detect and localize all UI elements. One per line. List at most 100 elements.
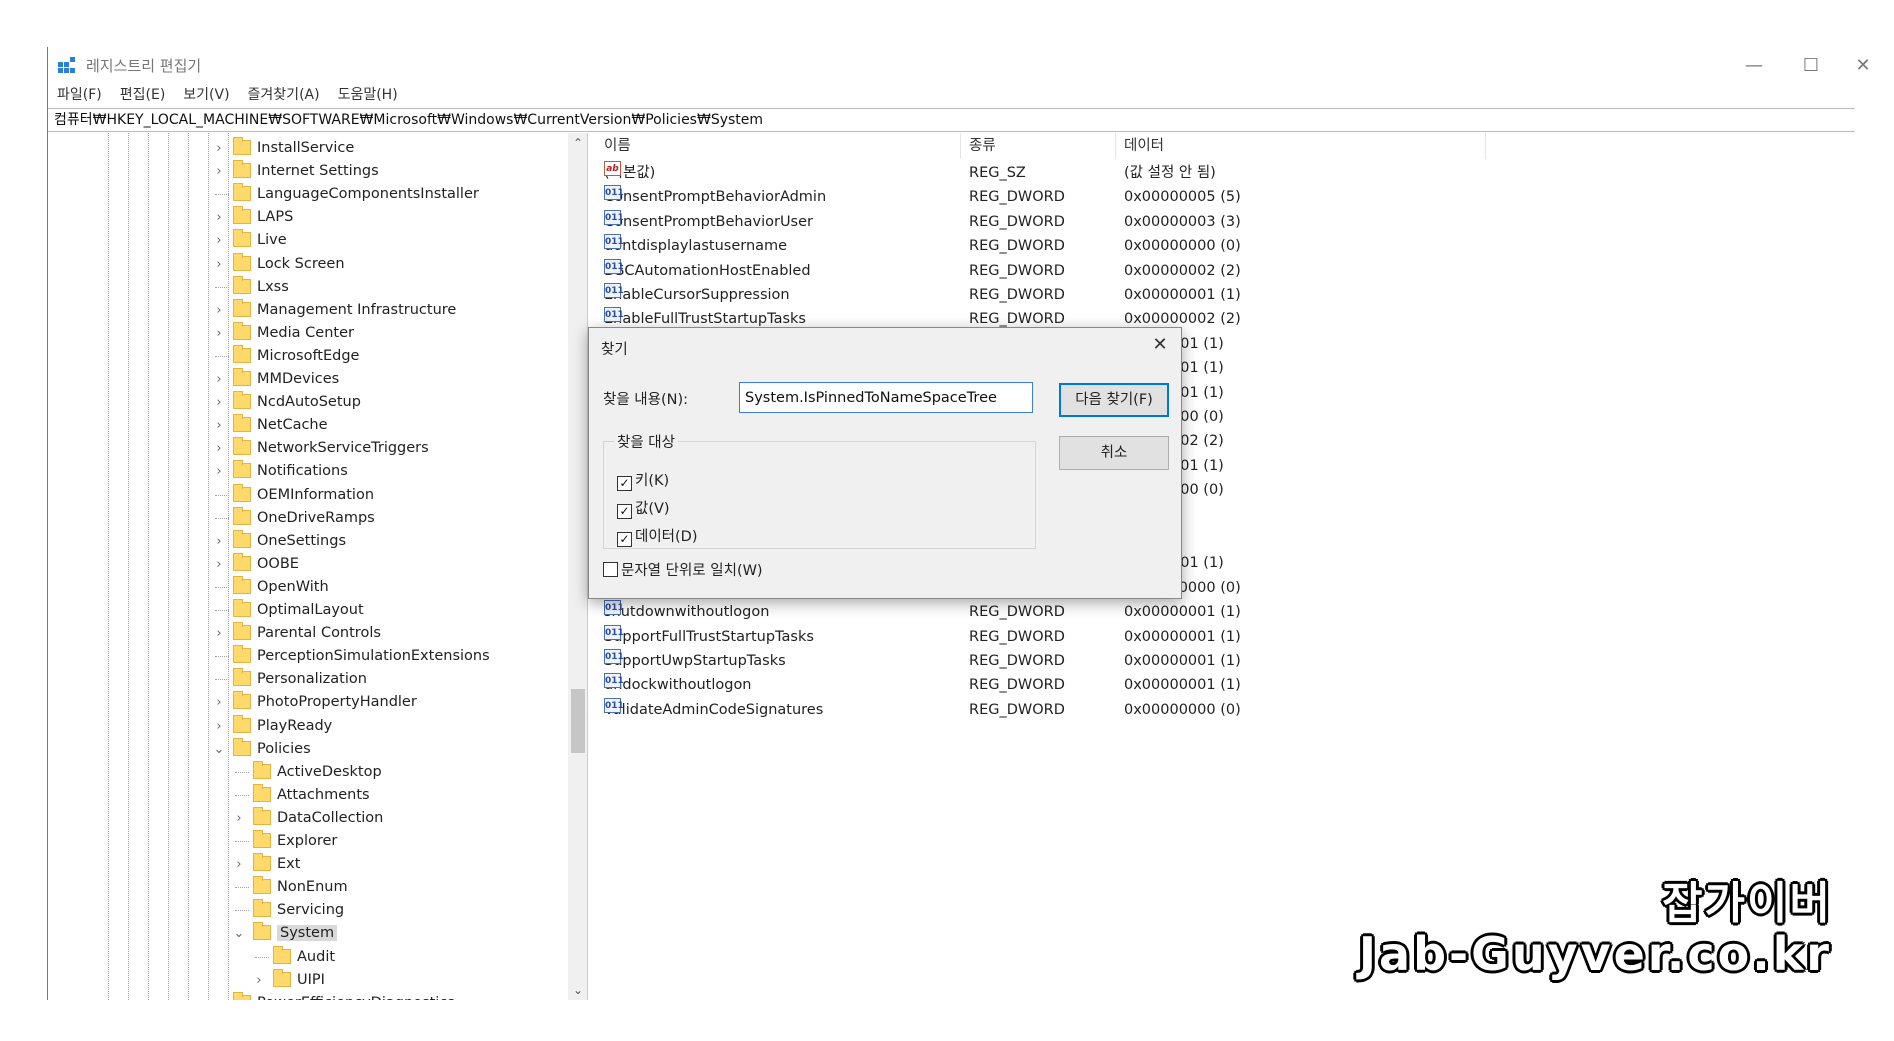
tree-item[interactable]: › DataCollection (236, 806, 383, 830)
tree-item[interactable]: Attachments (235, 783, 370, 807)
chevron-right-icon[interactable]: › (211, 715, 227, 738)
match-whole-string-checkbox[interactable]: 문자열 단위로 일치(W) (603, 562, 763, 580)
tree-item[interactable]: › Ext (236, 853, 300, 876)
tree-item[interactable]: PerceptionSimulationExtensions (215, 645, 490, 668)
menu-file[interactable]: 파일(F) (57, 83, 102, 107)
checkbox-checked-icon[interactable]: ✓ (617, 504, 632, 519)
chevron-right-icon[interactable]: › (211, 530, 227, 553)
tree-item[interactable]: Personalization (215, 668, 367, 691)
chevron-right-icon[interactable]: › (211, 391, 227, 414)
tree-item[interactable]: › InstallService (216, 137, 354, 160)
column-header-data[interactable]: 데이터 (1116, 133, 1486, 159)
tree-item[interactable]: › Notifications (216, 460, 348, 483)
chevron-right-icon[interactable]: › (211, 553, 227, 576)
tree-item[interactable]: › Media Center (216, 321, 354, 345)
value-row[interactable]: 011 SupportFullTrustStartupTasks REG_DWORD… (596, 624, 1496, 649)
tree-item[interactable]: LanguageComponentsInstaller (215, 183, 479, 206)
scroll-up-arrow-icon[interactable]: ⌃ (568, 133, 587, 153)
tree-item[interactable]: › Parental Controls (216, 622, 381, 645)
scroll-thumb[interactable] (571, 689, 585, 753)
tree-item[interactable]: › Internet Settings (216, 160, 379, 183)
value-row[interactable]: 011 SupportUwpStartupTasks REG_DWORD 0x0000… (596, 649, 1496, 673)
tree-item[interactable]: › NetworkServiceTriggers (216, 437, 429, 460)
tree-item[interactable]: Lxss (215, 275, 289, 299)
find-next-button[interactable]: 다음 찾기(F) (1059, 383, 1169, 417)
minimize-button[interactable]: — (1734, 51, 1774, 81)
tree-item[interactable]: › NetCache (216, 414, 328, 437)
find-what-input[interactable] (739, 382, 1033, 413)
value-row[interactable]: 011 DSCAutomationHostEnabled REG_DWORD 0x00… (596, 258, 1496, 283)
tree-item[interactable]: › Lock Screen (216, 252, 345, 276)
close-window-button[interactable]: ✕ (1848, 51, 1878, 81)
tree-item[interactable]: OEMInformation (215, 483, 374, 507)
tree-item[interactable]: OpenWith (215, 575, 329, 599)
chevron-right-icon[interactable]: › (211, 322, 227, 345)
values-checkbox[interactable]: ✓ 값(V) (617, 500, 670, 519)
value-row[interactable]: 011 ConsentPromptBehaviorAdmin REG_DWORD 0x… (596, 185, 1496, 209)
chevron-right-icon[interactable]: › (211, 229, 227, 252)
tree-item[interactable]: › LAPS (216, 206, 293, 229)
tree-item[interactable]: › PhotoPropertyHandler (216, 691, 417, 714)
checkbox-checked-icon[interactable]: ✓ (617, 532, 632, 547)
tree-item[interactable]: MicrosoftEdge (215, 344, 359, 368)
chevron-right-icon[interactable]: › (211, 460, 227, 483)
tree-item[interactable]: ⌄ Policies (214, 737, 311, 761)
column-header-type[interactable]: 종류 (961, 133, 1116, 159)
chevron-right-icon[interactable]: › (211, 414, 227, 437)
tree-item[interactable]: Servicing (235, 899, 344, 922)
chevron-right-icon[interactable]: › (211, 160, 227, 183)
cancel-button[interactable]: 취소 (1059, 436, 1169, 470)
value-row[interactable]: 011 dontdisplaylastusername REG_DWORD 0x000… (596, 234, 1496, 258)
close-icon[interactable]: ✕ (1147, 332, 1173, 358)
value-row[interactable]: 011 ConsentPromptBehaviorUser REG_DWORD 0x0… (596, 209, 1496, 234)
column-header-name[interactable]: 이름 (596, 133, 961, 159)
chevron-right-icon[interactable]: › (211, 622, 227, 645)
chevron-right-icon[interactable]: › (211, 368, 227, 391)
menu-help[interactable]: 도움말(H) (338, 83, 398, 107)
tree-item-label: Personalization (257, 671, 367, 688)
menu-favorites[interactable]: 즐겨찾기(A) (248, 83, 320, 107)
data-checkbox[interactable]: ✓ 데이터(D) (617, 528, 698, 547)
tree-item[interactable]: › OOBE (216, 552, 299, 576)
maximize-button[interactable]: ☐ (1791, 51, 1831, 81)
tree-item[interactable]: OptimalLayout (215, 599, 364, 622)
chevron-right-icon[interactable]: › (211, 137, 227, 160)
checkbox-checked-icon[interactable]: ✓ (617, 476, 632, 491)
tree-item[interactable]: › OneSettings (216, 529, 346, 553)
chevron-right-icon[interactable]: › (251, 969, 267, 992)
tree-item[interactable]: ActiveDesktop (235, 760, 382, 784)
tree-item[interactable]: Audit (255, 945, 335, 969)
checkbox-unchecked-icon[interactable] (603, 562, 618, 577)
keys-checkbox[interactable]: ✓ 키(K) (617, 472, 669, 491)
tree-item[interactable]: OneDriveRamps (215, 506, 375, 530)
value-row[interactable]: 011 shutdownwithoutlogon REG_DWORD 0x000000… (596, 600, 1496, 624)
chevron-right-icon[interactable]: › (211, 253, 227, 276)
chevron-right-icon[interactable]: › (211, 299, 227, 322)
menu-edit[interactable]: 편집(E) (120, 83, 166, 107)
tree-item[interactable]: › PlayReady (216, 714, 332, 738)
chevron-down-icon[interactable]: ⌄ (231, 922, 247, 945)
value-row[interactable]: 011 undockwithoutlogon REG_DWORD 0x00000001… (596, 673, 1496, 697)
chevron-right-icon[interactable]: › (211, 206, 227, 229)
tree-item[interactable]: › UIPI (256, 968, 325, 992)
tree-item[interactable]: › MMDevices (216, 368, 339, 391)
value-row[interactable]: 011 ValidateAdminCodeSignatures REG_DWORD 0… (596, 697, 1496, 722)
chevron-down-icon[interactable]: ⌄ (211, 738, 227, 761)
address-bar[interactable]: 컴퓨터₩HKEY_LOCAL_MACHINE₩SOFTWARE₩Microsof… (48, 108, 1855, 132)
tree-item[interactable]: › NcdAutoSetup (216, 391, 361, 414)
chevron-right-icon[interactable]: › (231, 807, 247, 830)
tree-scrollbar[interactable]: ⌃ ⌄ (568, 133, 587, 1000)
chevron-right-icon[interactable]: › (211, 437, 227, 460)
tree-item[interactable]: NonEnum (235, 876, 348, 899)
scroll-down-arrow-icon[interactable]: ⌄ (568, 980, 587, 1000)
value-row[interactable]: ab (기본값) REG_SZ (값 설정 안 됨) (596, 161, 1496, 185)
tree-item[interactable]: PowerEfficiencyDiagnostics (233, 991, 455, 1000)
tree-item[interactable]: Explorer (235, 830, 337, 853)
menu-view[interactable]: 보기(V) (183, 83, 229, 107)
chevron-right-icon[interactable]: › (211, 691, 227, 714)
tree-item[interactable]: › Live (216, 229, 287, 252)
chevron-right-icon[interactable]: › (231, 853, 247, 876)
value-row[interactable]: 011 EnableCursorSuppression REG_DWORD 0x000… (596, 283, 1496, 307)
tree-item[interactable]: ⌄ System (234, 922, 338, 945)
tree-item[interactable]: › Management Infrastructure (216, 298, 456, 322)
